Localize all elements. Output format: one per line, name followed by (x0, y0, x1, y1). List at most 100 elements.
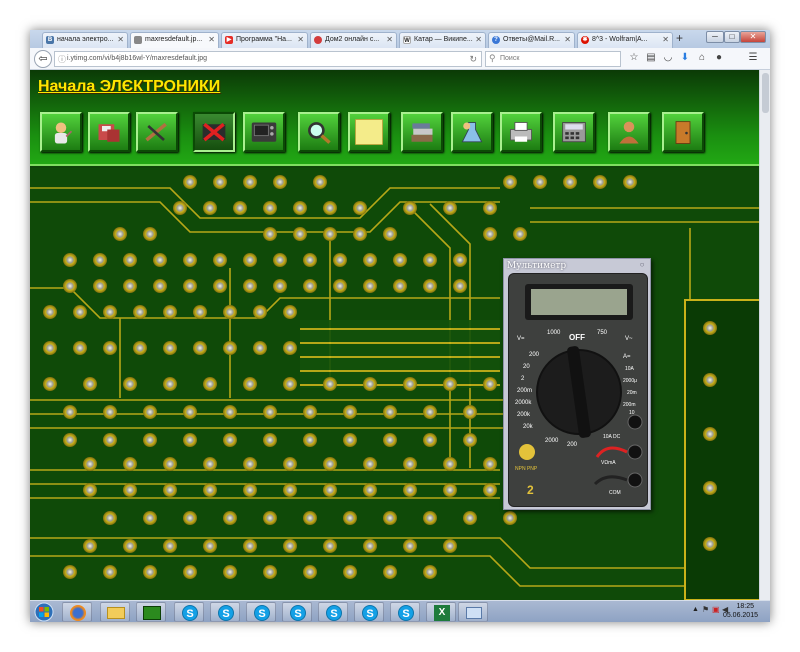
toolbar-button-lab[interactable] (451, 112, 493, 152)
start-button[interactable] (32, 601, 56, 622)
tab-1[interactable]: В начала электро... ✕ (42, 32, 128, 48)
solder-pad (463, 433, 477, 447)
download-icon[interactable]: ⬇ (678, 52, 692, 63)
tab-close-icon[interactable]: ✕ (386, 35, 393, 44)
tab-close-icon[interactable]: ✕ (208, 35, 215, 44)
multimeter-window[interactable]: Мультиметр ○ OFF V= 1000 750 V~ 200 20 2… (503, 258, 651, 510)
solder-pad (513, 227, 527, 241)
taskbar-skype-3[interactable]: S (246, 602, 276, 622)
toolbar-button-wire[interactable] (136, 112, 178, 152)
taskbar-excel[interactable]: X (426, 602, 456, 622)
tab-close-icon[interactable]: ✕ (564, 35, 571, 44)
tab-6[interactable]: ? Ответы@Mail.R... ✕ (488, 32, 575, 48)
address-bar[interactable]: ⓘ i.ytimg.com/vi/b4j8b16wl-Y/maxresdefau… (54, 51, 482, 67)
solder-pad (163, 483, 177, 497)
taskbar-skype-6[interactable]: S (354, 602, 384, 622)
toolbar-button-library[interactable] (401, 112, 443, 152)
tab-5[interactable]: W Катар — Википе... ✕ (399, 32, 486, 48)
tray-expand-icon[interactable]: ▲ (692, 606, 699, 613)
solder-pad (323, 457, 337, 471)
multimeter-close-icon[interactable]: ○ (637, 260, 647, 270)
toolbar-button-print[interactable] (500, 112, 542, 152)
close-window-button[interactable]: ✕ (740, 31, 766, 43)
bookmarks-list-icon[interactable]: ▤ (644, 52, 658, 63)
taskbar-electronics-app[interactable] (136, 602, 166, 622)
solder-pad (183, 279, 197, 293)
new-tab-button[interactable]: + (676, 31, 683, 45)
maximize-button[interactable]: □ (724, 31, 740, 43)
solder-pad (703, 427, 717, 441)
system-tray: ▲ ⚑ ▣ ◀ 18:25 05.06.2015 (692, 601, 770, 622)
solder-pad (43, 377, 57, 391)
back-button[interactable]: ⇦ (34, 50, 52, 68)
taskbar-firefox[interactable] (62, 602, 92, 622)
range-10a: 10A (625, 366, 635, 372)
solder-pad (273, 253, 287, 267)
toolbar-button-chemist[interactable] (40, 112, 82, 152)
solder-pad (363, 253, 377, 267)
tab-close-icon[interactable]: ✕ (117, 35, 124, 44)
toolbar-button-save[interactable] (88, 112, 130, 152)
vertical-scrollbar[interactable] (759, 70, 770, 600)
chat-icon[interactable]: ● (712, 52, 726, 63)
tab-4[interactable]: Дом2 онлайн с... ✕ (310, 32, 397, 48)
books-icon (411, 123, 433, 142)
tab-close-icon[interactable]: ✕ (297, 35, 304, 44)
minimize-button[interactable]: ─ (706, 31, 724, 43)
solder-pad (103, 305, 117, 319)
taskbar-skype-2[interactable]: S (210, 602, 240, 622)
solder-pad (133, 341, 147, 355)
network-icon[interactable]: ▣ (712, 605, 720, 614)
clock-date[interactable]: 05.06.2015 (723, 612, 758, 619)
taskbar-skype-5[interactable]: S (318, 602, 348, 622)
taskbar-explorer[interactable] (100, 602, 130, 622)
bookmark-star-icon[interactable]: ☆ (627, 52, 641, 63)
solder-pad (183, 253, 197, 267)
solder-pad (143, 227, 157, 241)
tab-7[interactable]: ✱ 8^3 - Wolfram|A... ✕ (577, 32, 673, 48)
search-input[interactable]: ⚲ Поиск (485, 51, 621, 67)
wikipedia-icon: W (403, 36, 411, 44)
toolbar-button-help[interactable] (608, 112, 650, 152)
solder-pad (463, 405, 477, 419)
taskbar-skype-4[interactable]: S (282, 602, 312, 622)
reload-icon[interactable]: ↻ (469, 54, 477, 65)
tab-3[interactable]: ▶ Программа "На... ✕ (221, 32, 308, 48)
toolbar-button-exit[interactable] (662, 112, 704, 152)
windows-taskbar: S S S S S S S X ▲ ⚑ ▣ ◀ 18:25 05.06.2015 (30, 600, 770, 622)
calculator-icon (562, 122, 586, 143)
solder-pad (123, 377, 137, 391)
solder-pad (323, 483, 337, 497)
toolbar-button-delete[interactable] (193, 112, 235, 152)
tab-close-icon[interactable]: ✕ (475, 35, 482, 44)
solder-pad (403, 539, 417, 553)
tab-close-icon[interactable]: ✕ (662, 35, 669, 44)
range-2000k: 2000k (515, 400, 532, 406)
solder-pad (403, 457, 417, 471)
toolbar-button-new[interactable] (348, 112, 390, 152)
tab-2-active[interactable]: maxresdefault.jp... ✕ (130, 32, 219, 48)
solder-pad (303, 279, 317, 293)
oscilloscope-icon (251, 122, 277, 142)
flag-icon[interactable]: ⚑ (702, 605, 709, 614)
solder-pad (223, 433, 237, 447)
exit-door-icon (675, 121, 691, 144)
solder-pad (303, 511, 317, 525)
taskbar-window[interactable] (458, 602, 488, 622)
pocket-icon[interactable]: ◡ (661, 52, 675, 63)
home-icon[interactable]: ⌂ (695, 52, 709, 63)
solder-pad (243, 483, 257, 497)
solder-pad (283, 457, 297, 471)
taskbar-skype-7[interactable]: S (390, 602, 420, 622)
menu-icon[interactable]: ☰ (746, 52, 760, 63)
toolbar-button-oscilloscope[interactable] (243, 112, 285, 152)
skype-icon: S (326, 605, 342, 621)
toolbar-button-calculator[interactable] (553, 112, 595, 152)
taskbar-skype-1[interactable]: S (174, 602, 204, 622)
blank-page-icon (355, 119, 383, 145)
help-person-icon (619, 121, 639, 144)
toolbar-button-search[interactable] (298, 112, 340, 152)
clock-time[interactable]: 18:25 (736, 603, 754, 610)
range-20m: 20m (627, 390, 637, 396)
scrollbar-thumb[interactable] (762, 73, 769, 113)
